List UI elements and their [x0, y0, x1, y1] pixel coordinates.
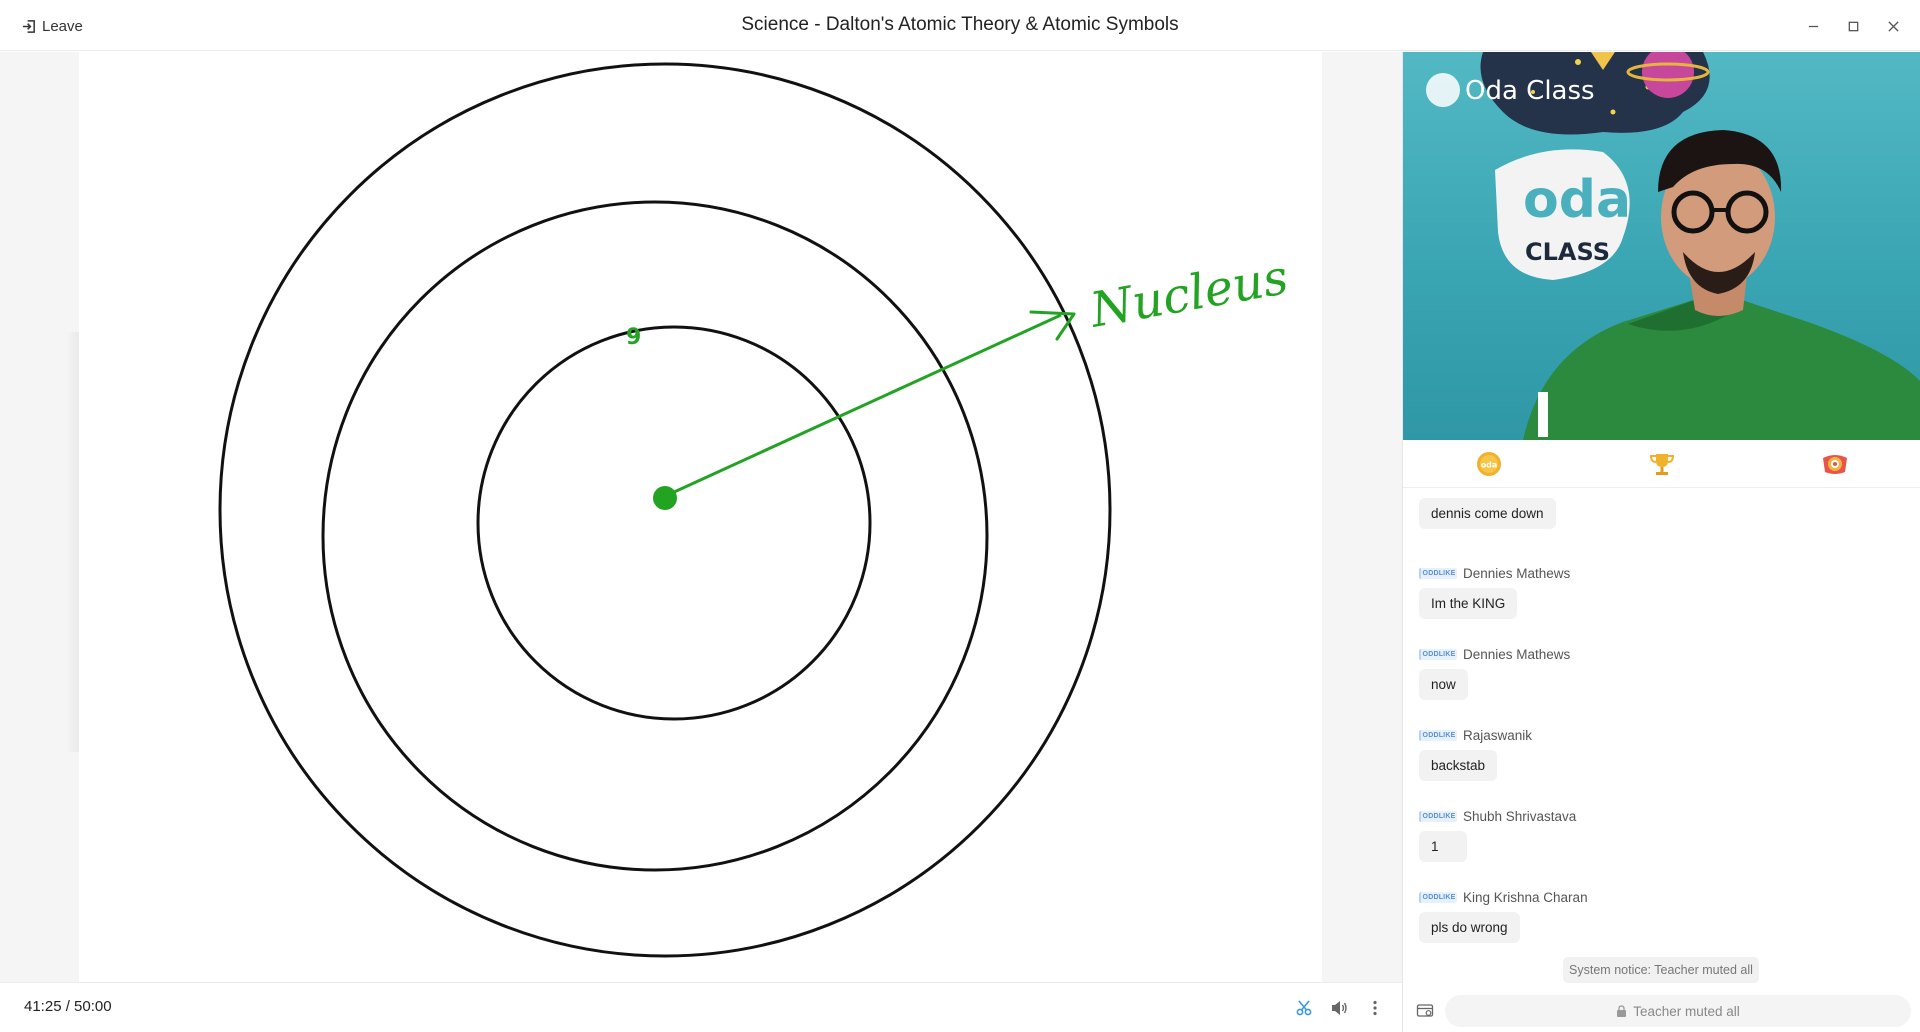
minimize-icon: [1808, 25, 1818, 27]
member-badge: ODDLIKE: [1419, 567, 1457, 579]
message-text: dennis come down: [1419, 498, 1556, 529]
member-badge: ODDLIKE: [1419, 648, 1457, 660]
message-sender: ODDLIKE Rajaswanik: [1419, 726, 1532, 744]
more-vertical-icon: [1373, 1000, 1377, 1016]
member-badge: ODDLIKE: [1419, 810, 1457, 822]
leave-label: Leave: [42, 17, 83, 35]
small-mark: 9: [626, 325, 641, 350]
rewards-tab[interactable]: [1748, 440, 1920, 488]
video-banner-bottom: CLASS: [1525, 238, 1610, 266]
sender-name: Dennies Mathews: [1463, 565, 1571, 581]
chat-message: ODDLIKE Dennies Mathews Im the KING: [1419, 564, 1570, 619]
maximize-icon: [1848, 21, 1858, 31]
chat-input-placeholder: Teacher muted all: [1633, 1003, 1740, 1019]
message-text: now: [1419, 669, 1468, 700]
oda-coin-icon: oda: [1477, 451, 1502, 476]
message-text: 1: [1419, 831, 1467, 862]
message-sender: ODDLIKE Shubh Shrivastava: [1419, 807, 1576, 825]
chat-panel[interactable]: dennis come down ODDLIKE Dennies Mathews…: [1403, 488, 1920, 958]
bottom-toolbar: 41:25 / 50:00: [0, 982, 1402, 1032]
card-settings-icon: [1416, 1004, 1434, 1017]
scissors-button[interactable]: [1293, 997, 1315, 1019]
minimize-button[interactable]: [1800, 14, 1826, 38]
sender-name: Shubh Shrivastava: [1463, 808, 1577, 824]
message-sender: ODDLIKE Dennies Mathews: [1419, 645, 1570, 663]
chat-message: dennis come down: [1419, 498, 1556, 529]
message-text: pls do wrong: [1419, 912, 1520, 943]
whiteboard-canvas[interactable]: Nucleus 9: [79, 52, 1322, 982]
sender-name: Rajaswanik: [1463, 727, 1533, 743]
volume-button[interactable]: [1328, 997, 1350, 1019]
video-banner-top: oda: [1523, 170, 1631, 230]
lock-icon: [1617, 1005, 1627, 1017]
exit-icon: [22, 19, 35, 33]
right-sidebar: Oda Class oda CLASS oda dennis come down…: [1402, 52, 1920, 1032]
badge-icon: [1822, 454, 1847, 474]
nucleus-label: Nucleus: [1085, 249, 1292, 339]
leave-button[interactable]: Leave: [22, 16, 83, 36]
trophy-icon: [1649, 453, 1675, 475]
sender-name: King Krishna Charan: [1463, 889, 1588, 905]
chat-message: ODDLIKE Shubh Shrivastava 1: [1419, 807, 1576, 862]
svg-text:oda: oda: [1481, 460, 1498, 469]
member-badge: ODDLIKE: [1419, 891, 1457, 903]
video-frame: Oda Class oda CLASS: [1426, 52, 1920, 440]
message-sender: ODDLIKE King Krishna Charan: [1419, 888, 1588, 906]
more-options-button[interactable]: [1364, 997, 1386, 1019]
class-timer: 41:25 / 50:00: [24, 998, 112, 1015]
middle-orbit: [321, 200, 989, 872]
chat-settings-button[interactable]: [1414, 1000, 1436, 1022]
sender-name: Dennies Mathews: [1463, 646, 1571, 662]
scissors-icon: [1296, 1000, 1312, 1016]
board-shadow: [66, 332, 80, 752]
leaderboard-tab[interactable]: [1576, 440, 1749, 488]
chat-message: ODDLIKE Rajaswanik backstab: [1419, 726, 1532, 781]
teacher-video: Oda Class oda CLASS: [1403, 52, 1920, 440]
close-icon: [1887, 20, 1899, 32]
system-notice: System notice: Teacher muted all: [1563, 957, 1759, 983]
nucleus-arrow-line: [671, 313, 1062, 495]
video-logo: Oda Class: [1465, 76, 1595, 106]
inner-orbit: [476, 325, 872, 721]
window-title: Science - Dalton's Atomic Theory & Atomi…: [741, 14, 1179, 35]
chat-message: ODDLIKE Dennies Mathews now: [1419, 645, 1570, 700]
nucleus-dot: [653, 486, 677, 510]
coins-tab[interactable]: oda: [1403, 440, 1576, 488]
message-text: backstab: [1419, 750, 1498, 781]
chat-message: ODDLIKE King Krishna Charan pls do wrong: [1419, 888, 1588, 943]
member-badge: ODDLIKE: [1419, 729, 1457, 741]
chat-input[interactable]: Teacher muted all: [1445, 995, 1911, 1027]
close-button[interactable]: [1880, 14, 1906, 38]
volume-icon: [1332, 1001, 1347, 1015]
whiteboard-drawing: Nucleus 9: [218, 62, 1292, 958]
maximize-button[interactable]: [1840, 14, 1866, 38]
sidebar-tabs: oda: [1403, 440, 1920, 488]
message-text: Im the KING: [1419, 588, 1518, 619]
whiteboard-area: Nucleus 9: [0, 52, 1402, 982]
message-sender: ODDLIKE Dennies Mathews: [1419, 564, 1570, 582]
chat-footer: Teacher muted all: [1403, 992, 1920, 1032]
title-bar: Leave Science - Dalton's Atomic Theory &…: [0, 0, 1920, 51]
